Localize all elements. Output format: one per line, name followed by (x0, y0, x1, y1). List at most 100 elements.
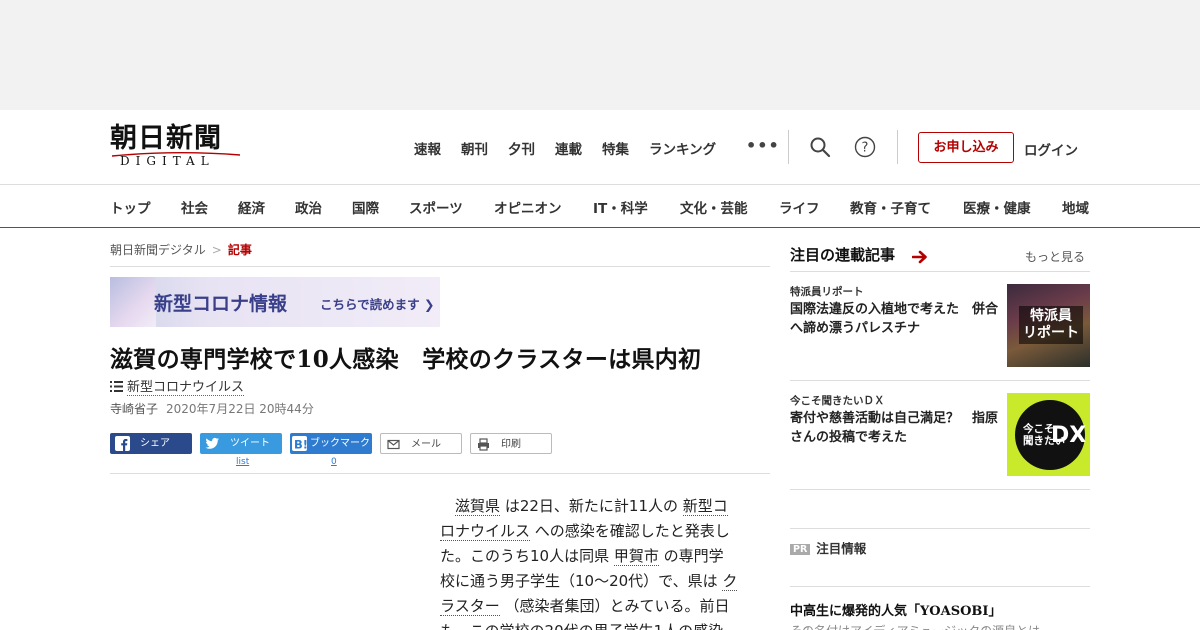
nav-breaking[interactable]: 速報 (414, 138, 441, 158)
divider (790, 528, 1090, 529)
arrow-right-icon (912, 250, 927, 264)
print-button[interactable]: 印刷 (470, 433, 552, 454)
facebook-icon (115, 436, 130, 451)
twitter-list-link[interactable]: list (236, 457, 249, 467)
divider (790, 380, 1090, 381)
body-text: への感染を確認したと発表し (534, 522, 730, 540)
hatena-bookmark-count[interactable]: 0 (331, 457, 337, 467)
cat-top[interactable]: トップ (110, 197, 151, 217)
author-name: 寺崎省子 (110, 402, 159, 416)
sidebar-article[interactable]: 今こそ聞きたいＤＸ 寄付や慈善活動は自己満足？ 指原さんの投稿で考えた 今こそ … (790, 393, 1090, 483)
cat-local[interactable]: 地域 (1062, 197, 1089, 217)
corona-banner-title: 新型コロナ情報 (154, 293, 288, 315)
cat-it-science[interactable]: IT・科学 (593, 197, 648, 217)
link-koka-city[interactable]: 甲賀市 (613, 547, 659, 566)
body-line: た。このうち10人は同県 甲賀市 の専門学 (440, 544, 752, 569)
nav-features[interactable]: 特集 (602, 138, 629, 158)
link-cluster-cont[interactable]: ラスター (440, 597, 500, 616)
breadcrumb-separator: > (211, 243, 222, 257)
printer-icon (478, 438, 489, 451)
link-cluster[interactable]: ク (722, 572, 738, 591)
login-link[interactable]: ログイン (1024, 139, 1078, 159)
subscribe-button[interactable]: お申し込み (918, 132, 1014, 163)
facebook-share-label: シェア (140, 438, 170, 449)
hatena-bookmark-label: ブックマーク (310, 438, 370, 449)
asahi-logo[interactable]: 朝日新聞 DIGITAL (110, 124, 242, 170)
breadcrumb-current: 記事 (227, 243, 252, 257)
divider (790, 586, 1090, 587)
sidebar-article-kicker: 特派員リポート (790, 286, 864, 298)
sidebar-article[interactable]: 特派員リポート 国際法違反の入植地で考えた 併合へ諦め漂うパレスチナ 特派員 リ… (790, 284, 1090, 374)
breadcrumb: 朝日新聞デジタル > 記事 (110, 241, 252, 258)
nav-morning[interactable]: 朝刊 (461, 138, 488, 158)
logo-sub-text: DIGITAL (120, 154, 215, 168)
link-coronavirus[interactable]: 新型コ (682, 497, 728, 516)
advertisement-banner (0, 0, 1200, 110)
byline: 寺崎省子 2020年7月22日 20時44分 (110, 400, 314, 417)
logo-main-text: 朝日新聞 (110, 123, 222, 154)
thumbnail-label: 特派員 リポート (1019, 306, 1083, 344)
sidebar-article-headline: 国際法違反の入植地で考えた 併合へ諦め漂うパレスチナ (790, 302, 999, 336)
hatena-bookmark-button[interactable]: B! ブックマーク (290, 433, 372, 454)
search-icon[interactable] (809, 136, 831, 158)
facebook-share-button[interactable]: シェア (110, 433, 192, 454)
sidebar-article-headline: 寄付や慈善活動は自己満足？ 指原さんの投稿で考えた (790, 411, 999, 445)
nav-ranking[interactable]: ランキング (649, 138, 716, 158)
mail-share-button[interactable]: メール (380, 433, 462, 454)
cat-health[interactable]: 医療・健康 (963, 197, 1031, 217)
divider (790, 489, 1090, 490)
nav-evening[interactable]: 夕刊 (508, 138, 535, 158)
pr-article-subtext: その名付けアイディアミュージックの源泉とは (790, 622, 1040, 630)
body-text: （感染者集団）とみている。前日 (504, 597, 730, 615)
nav-series[interactable]: 連載 (555, 138, 582, 158)
cat-international[interactable]: 国際 (352, 197, 379, 217)
see-more-link[interactable]: もっと見る (1025, 248, 1085, 265)
body-text: は22日、新たに計11人の (504, 497, 678, 515)
cat-society[interactable]: 社会 (181, 197, 208, 217)
body-text: た。このうち10人は同県 (440, 547, 610, 565)
site-header: 朝日新聞 DIGITAL 速報 朝刊 夕刊 連載 特集 ランキング ••• ? … (0, 110, 1200, 185)
pr-article-headline[interactable]: 中高生に爆発的人気「YOASOBI」 (790, 600, 1001, 619)
breadcrumb-home[interactable]: 朝日新聞デジタル (110, 243, 206, 257)
body-text: 校に通う男子学生（10～20代）で、県は (440, 572, 718, 590)
help-icon[interactable]: ? (854, 136, 876, 158)
mail-share-label: メール (411, 439, 441, 450)
cat-culture[interactable]: 文化・芸能 (680, 197, 748, 217)
cat-opinion[interactable]: オピニオン (494, 197, 562, 217)
cat-sports[interactable]: スポーツ (409, 197, 463, 217)
corona-banner-cta: こちらで読めます ❯ (320, 297, 435, 312)
cat-education[interactable]: 教育・子育て (850, 197, 931, 217)
pr-section-title: 注目情報 (816, 541, 867, 556)
divider (110, 266, 770, 267)
body-text: も、この学校の20代の男子学生1人の感染 (440, 622, 723, 630)
sidebar-article-thumbnail: 今こそ 聞きたい DX (1007, 393, 1090, 476)
link-coronavirus-cont[interactable]: ロナウイルス (440, 522, 531, 541)
divider (110, 473, 770, 474)
twitter-share-label: ツイート (230, 438, 270, 449)
cat-life[interactable]: ライフ (779, 197, 820, 217)
featured-series-title[interactable]: 注目の連載記事 (790, 244, 895, 265)
mail-icon (387, 439, 400, 450)
divider (790, 271, 1090, 272)
twitter-share-button[interactable]: ツイート (200, 433, 282, 454)
body-line: ロナウイルス への感染を確認したと発表し (440, 519, 752, 544)
article-body: 滋賀県 は22日、新たに計11人の 新型コ ロナウイルス への感染を確認したと発… (440, 494, 752, 630)
cat-economy[interactable]: 経済 (238, 197, 265, 217)
help-glyph: ? (862, 141, 869, 156)
header-divider (897, 130, 898, 164)
corona-info-banner[interactable]: 新型コロナ情報 こちらで読めます ❯ (110, 277, 440, 327)
more-menu-icon[interactable]: ••• (746, 136, 780, 155)
link-shiga-prefecture[interactable]: 滋賀県 (455, 497, 501, 516)
body-line: 滋賀県 は22日、新たに計11人の 新型コ (440, 494, 752, 519)
list-icon (110, 381, 123, 392)
sidebar-article-thumbnail: 特派員 リポート (1007, 284, 1090, 367)
category-nav: トップ 社会 経済 政治 国際 スポーツ オピニオン IT・科学 文化・芸能 ラ… (0, 184, 1200, 228)
body-line: 校に通う男子学生（10～20代）で、県は ク (440, 569, 752, 594)
topic-tag[interactable]: 新型コロナウイルス (110, 376, 245, 396)
topic-label: 新型コロナウイルス (127, 380, 245, 396)
pr-section-header: PR 注目情報 (790, 538, 866, 557)
publish-date: 2020年7月22日 20時44分 (166, 402, 314, 416)
print-label: 印刷 (501, 439, 521, 450)
cat-politics[interactable]: 政治 (295, 197, 322, 217)
thumbnail-dx-label: DX (1051, 423, 1087, 448)
